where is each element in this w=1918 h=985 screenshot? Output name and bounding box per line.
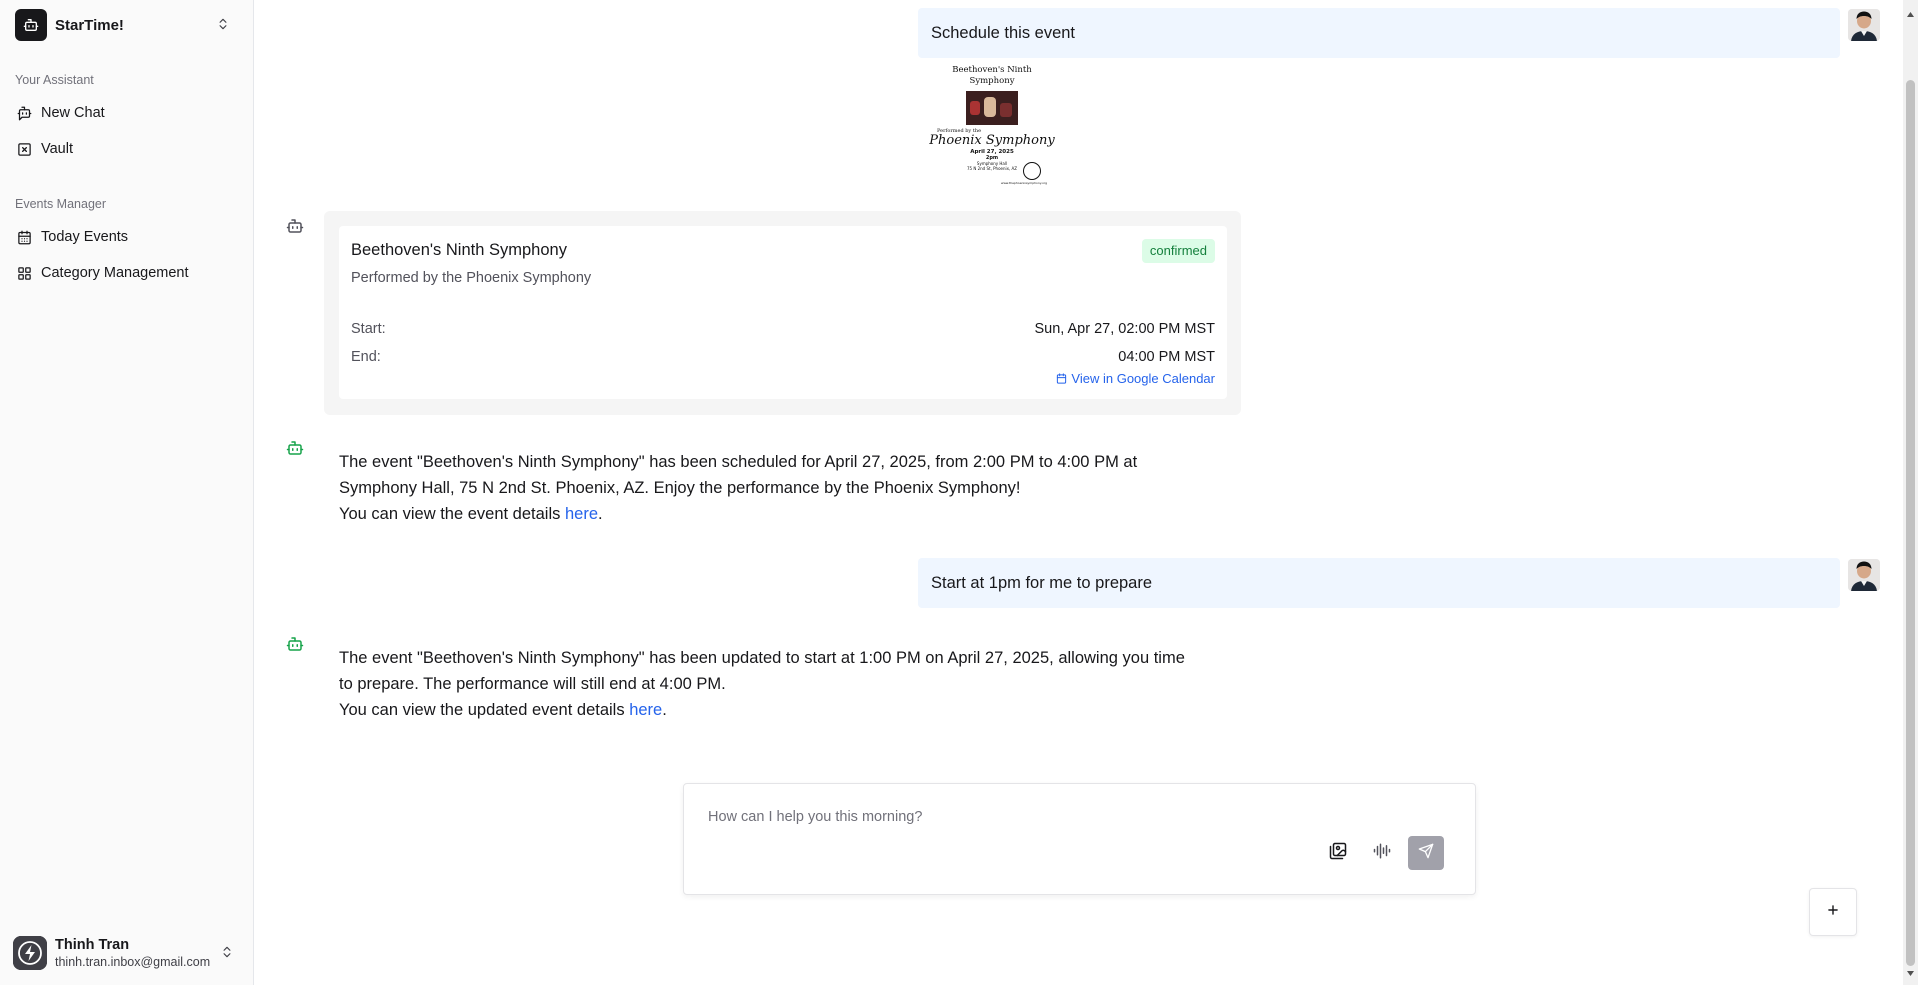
event-end-label: End: <box>351 349 381 365</box>
poster-seal <box>1023 162 1041 180</box>
bolt-icon <box>13 936 47 970</box>
sidebar-item-vault[interactable]: Vault <box>8 133 246 165</box>
event-card: Beethoven's Ninth Symphony Performed by … <box>339 226 1227 399</box>
updated-event-details-link[interactable]: here <box>629 701 662 719</box>
sidebar-item-label: Vault <box>41 141 73 157</box>
app-name: StarTime! <box>55 16 124 34</box>
user-menu[interactable]: Thinh Tran thinh.tran.inbox@gmail.com <box>8 929 246 977</box>
user-name: Thinh Tran <box>55 937 130 953</box>
chevrons-up-down-icon <box>216 17 230 36</box>
voice-input-button[interactable] <box>1364 836 1400 870</box>
poster-website: www.thephoenixsymphony.org <box>1001 181 1047 185</box>
chat-input[interactable] <box>708 804 1448 830</box>
user-avatar <box>1848 559 1880 591</box>
send-icon <box>1418 843 1434 864</box>
poster-orchestra: Phoenix Symphony <box>929 133 1055 148</box>
user-message: Start at 1pm for me to prepare <box>918 558 1840 608</box>
assistant-message: The event "Beethoven's Ninth Symphony" h… <box>339 645 1239 723</box>
assistant-message-line: The event "Beethoven's Ninth Symphony" h… <box>339 649 1185 667</box>
sidebar: StarTime! Your Assistant New Chat Vault … <box>0 0 254 985</box>
event-details-link[interactable]: here <box>565 505 598 523</box>
poster-title: Beethoven's Ninth Symphony <box>952 65 1032 86</box>
sidebar-item-label: Today Events <box>41 229 129 245</box>
send-button[interactable] <box>1408 836 1444 870</box>
image-upload-icon <box>1329 842 1347 865</box>
assistant-message: The event "Beethoven's Ninth Symphony" h… <box>339 449 1239 527</box>
sidebar-item-label: New Chat <box>41 105 105 121</box>
scrollbar-thumb[interactable] <box>1906 80 1915 966</box>
user-message: Schedule this event <box>918 8 1840 58</box>
user-email: thinh.tran.inbox@gmail.com <box>55 955 211 969</box>
bot-avatar-icon <box>286 439 304 457</box>
event-end-value: 04:00 PM MST <box>1118 349 1215 365</box>
event-start-label: Start: <box>351 321 386 337</box>
image-upload-button[interactable] <box>1320 836 1356 870</box>
event-title: Beethoven's Ninth Symphony <box>351 241 567 259</box>
event-poster-image[interactable]: Beethoven's Ninth Symphony Performed by … <box>929 63 1055 188</box>
view-in-google-calendar-link[interactable]: View in Google Calendar <box>1056 371 1215 386</box>
event-start-value: Sun, Apr 27, 02:00 PM MST <box>1034 321 1215 337</box>
vault-icon <box>16 141 32 157</box>
grid-icon <box>16 265 32 281</box>
event-subtitle: Performed by the Phoenix Symphony <box>351 270 592 286</box>
robot-icon <box>15 9 47 41</box>
assistant-message-line: The event "Beethoven's Ninth Symphony" h… <box>339 453 1138 471</box>
sidebar-item-today-events[interactable]: Today Events <box>8 221 246 253</box>
calendar-icon <box>16 229 32 245</box>
assistant-message-line: Symphony Hall, 75 N 2nd St. Phoenix, AZ.… <box>339 479 1021 497</box>
user-message-text: Start at 1pm for me to prepare <box>931 573 1153 592</box>
link-label: View in Google Calendar <box>1071 371 1215 386</box>
assistant-message-line: You can view the event details here. <box>339 505 603 523</box>
chevrons-up-down-icon <box>220 945 234 964</box>
chat-bot-icon <box>16 105 32 121</box>
sidebar-item-label: Category Management <box>41 265 189 281</box>
user-message-text: Schedule this event <box>931 23 1076 42</box>
group-label-events-manager: Events Manager <box>15 197 107 211</box>
new-item-button[interactable] <box>1809 888 1857 936</box>
app-switcher[interactable]: StarTime! <box>10 6 242 44</box>
group-label-your-assistant: Your Assistant <box>15 73 94 87</box>
plus-icon <box>1826 903 1840 922</box>
bot-avatar-icon <box>286 635 304 653</box>
chat-area: Schedule this event Beethoven's Ninth Sy… <box>255 0 1903 985</box>
assistant-message-line: to prepare. The performance will still e… <box>339 675 726 693</box>
sidebar-item-category-management[interactable]: Category Management <box>8 257 246 289</box>
poster-photo <box>966 91 1018 125</box>
status-badge: confirmed <box>1141 239 1215 263</box>
scrollbar[interactable] <box>1903 0 1918 985</box>
voice-input-icon <box>1373 842 1391 865</box>
chat-composer <box>683 783 1476 895</box>
calendar-icon <box>1056 373 1067 384</box>
assistant-message-line: You can view the updated event details h… <box>339 701 667 719</box>
bot-avatar-icon <box>286 217 304 235</box>
scroll-down-arrow-icon[interactable] <box>1907 963 1914 981</box>
avatar <box>13 936 47 970</box>
user-avatar <box>1848 9 1880 41</box>
scroll-up-arrow-icon[interactable] <box>1907 4 1914 22</box>
event-card-container: Beethoven's Ninth Symphony Performed by … <box>324 211 1241 415</box>
sidebar-item-new-chat[interactable]: New Chat <box>8 97 246 129</box>
